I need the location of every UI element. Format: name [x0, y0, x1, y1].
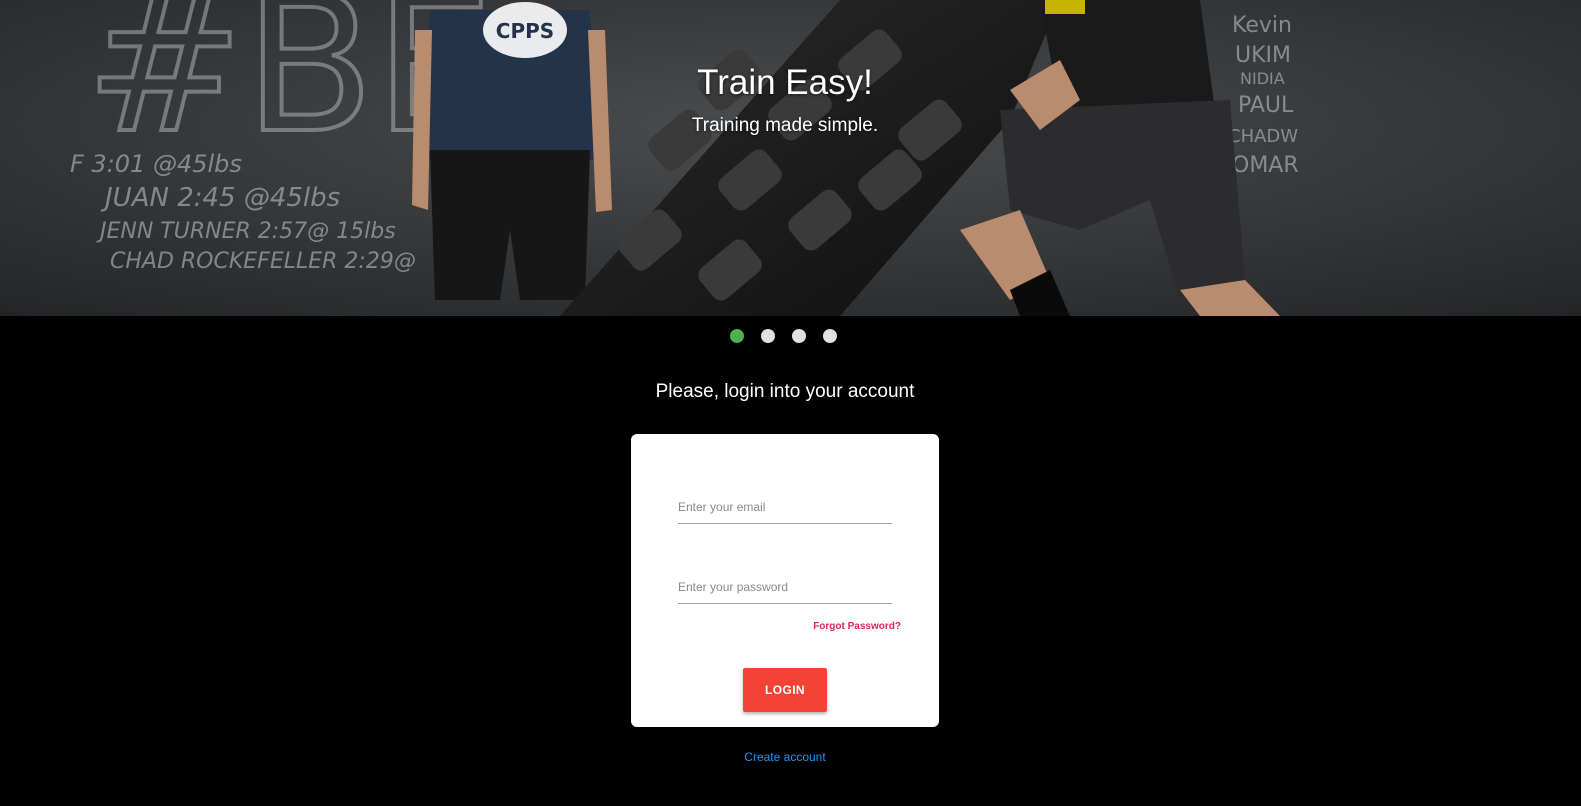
login-button[interactable]: LOGIN [743, 668, 827, 712]
chalk-line-2: JUAN 2:45 @45lbs [100, 183, 340, 213]
carousel-dot-2[interactable] [761, 329, 775, 343]
hero-banner: #BE F 3:01 @45lbs JUAN 2:45 @45lbs JENN … [0, 0, 1581, 316]
chalk-line-4: CHAD ROCKEFELLER 2:29@ [110, 249, 416, 274]
password-input[interactable] [678, 574, 892, 604]
hero-subtitle: Training made simple. [691, 115, 879, 136]
chalk-right-1: Kevin [1232, 13, 1292, 38]
hero-image: #BE F 3:01 @45lbs JUAN 2:45 @45lbs JENN … [0, 0, 1581, 316]
chalk-line-3: JENN TURNER 2:57@ 15lbs [96, 219, 396, 244]
email-input[interactable] [678, 494, 892, 524]
create-account-link[interactable]: Create account [744, 750, 825, 764]
forgot-password-link[interactable]: Forgot Password? [813, 621, 901, 632]
login-card: Forgot Password? LOGIN [631, 434, 939, 727]
chalk-line-1: F 3:01 @45lbs [70, 150, 242, 178]
carousel-dot-3[interactable] [792, 329, 806, 343]
carousel-dot-4[interactable] [823, 329, 837, 343]
hero-caption: Train Easy! Training made simple. [0, 62, 1570, 138]
shirt-logo-text: CPPS [496, 19, 554, 43]
create-account-container: Create account [0, 750, 1570, 764]
login-heading: Please, login into your account [655, 381, 915, 402]
chalk-right-6: OMAR [1232, 153, 1299, 178]
carousel-indicators [730, 329, 837, 343]
carousel-dot-1[interactable] [730, 329, 744, 343]
hero-title: Train Easy! [697, 63, 873, 102]
